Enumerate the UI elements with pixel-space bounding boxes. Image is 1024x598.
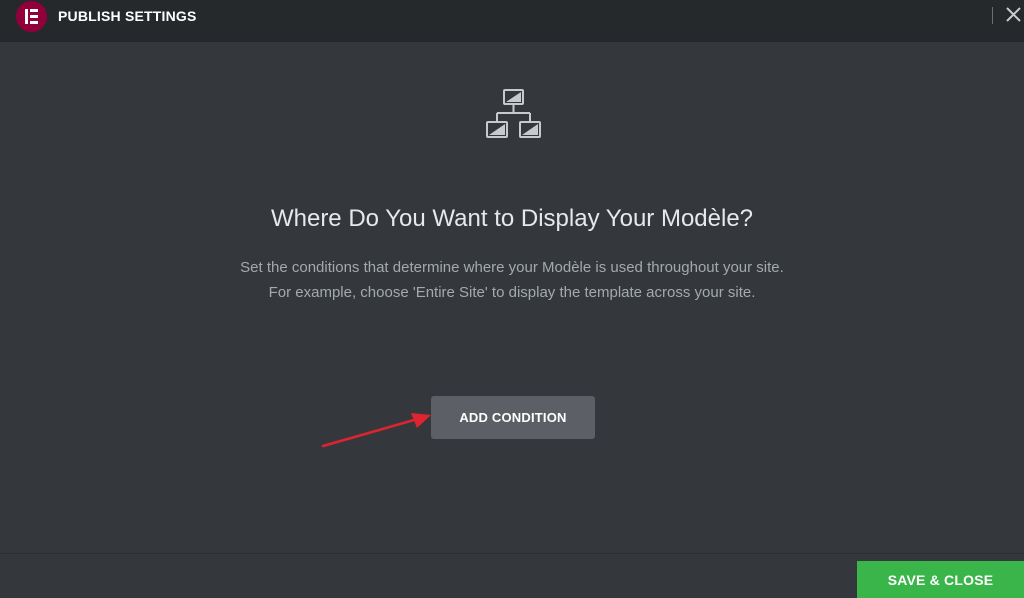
- add-condition-button[interactable]: ADD CONDITION: [431, 396, 595, 439]
- modal-title: PUBLISH SETTINGS: [58, 8, 197, 24]
- description-line-2: For example, choose 'Entire Site' to dis…: [268, 284, 756, 301]
- conditions-hierarchy-icon: [486, 89, 541, 138]
- annotation-arrow-icon: [321, 413, 431, 448]
- publish-settings-modal: PUBLISH SETTINGS Where Do You Want to Di…: [0, 0, 1024, 598]
- header-divider: [992, 7, 993, 24]
- footer-divider: [0, 553, 1024, 554]
- modal-header: PUBLISH SETTINGS: [0, 0, 1024, 42]
- close-button[interactable]: [1003, 4, 1024, 26]
- conditions-title: Where Do You Want to Display Your Modèle…: [270, 205, 754, 232]
- close-icon: [1006, 7, 1021, 22]
- conditions-description: Set the conditions that determine where …: [0, 255, 1024, 305]
- elementor-logo-icon: [16, 1, 47, 32]
- save-close-button[interactable]: SAVE & CLOSE: [857, 561, 1024, 598]
- description-line-1: Set the conditions that determine where …: [240, 259, 784, 276]
